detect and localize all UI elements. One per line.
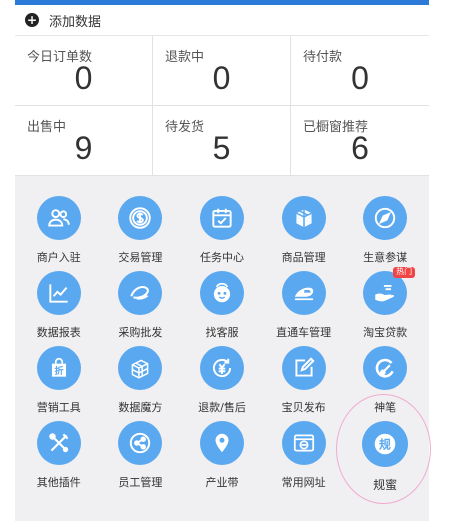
tool-label: 常用网址 — [281, 476, 326, 489]
tool-industry-belt[interactable]: 产业带 — [181, 421, 263, 496]
cube-grid-icon — [118, 346, 163, 390]
tool-label: 营销工具 — [36, 401, 81, 414]
svg-text:折: 折 — [54, 365, 64, 377]
stat-value: 0 — [74, 60, 93, 96]
tool-data-report[interactable]: 数据报表 — [18, 271, 100, 346]
refund-icon — [199, 346, 244, 390]
stat-value: 0 — [351, 60, 369, 96]
stat-value: 9 — [74, 130, 93, 166]
stat-refunding[interactable]: 退款中 0 — [153, 36, 291, 106]
stat-value: 0 — [212, 60, 231, 96]
browser-icon — [281, 421, 326, 465]
tool-product-management[interactable]: 商品管理 — [263, 196, 345, 271]
tool-staff-management[interactable]: 员工管理 — [100, 421, 182, 496]
tool-label: 淘宝贷款 — [363, 326, 408, 339]
tool-label: 退款/售后 — [198, 401, 246, 414]
tool-refund-after-sale[interactable]: 退款/售后 — [181, 346, 263, 421]
tool-label: 数据魔方 — [118, 401, 163, 414]
add-data-button[interactable]: + 添加数据 — [15, 5, 429, 36]
tool-label: 宝贝发布 — [281, 401, 326, 414]
plus-circle-icon: + — [25, 13, 39, 27]
package-icon — [281, 196, 326, 240]
train-icon — [281, 271, 326, 315]
tool-label: 生意参谋 — [363, 251, 408, 264]
customer-service-icon — [199, 271, 244, 315]
stat-pending-payment[interactable]: 待付款 0 — [291, 36, 429, 106]
tools-grid-area: 商户入驻 交易管理 任务中心 商品管理 生意参谋 数据报表 采购批发 找客服 直… — [15, 176, 429, 521]
stat-value: 5 — [212, 130, 231, 166]
tool-marketing[interactable]: 折 营销工具 — [18, 346, 100, 421]
tool-item-publish[interactable]: 宝贝发布 — [263, 346, 345, 421]
calendar-check-icon — [199, 196, 244, 240]
tool-task-center[interactable]: 任务中心 — [181, 196, 263, 271]
tool-label: 商户入驻 — [36, 251, 81, 264]
stat-on-sale[interactable]: 出售中 9 — [15, 106, 153, 176]
tool-label: 找客服 — [205, 326, 239, 339]
tool-taobao-loan[interactable]: 热门 淘宝贷款 — [344, 267, 426, 346]
tool-other-plugins[interactable]: 其他插件 — [18, 421, 100, 496]
dollar-icon — [118, 196, 163, 240]
tools-icon — [36, 421, 81, 465]
share-nodes-icon — [118, 421, 163, 465]
users-icon — [36, 196, 81, 240]
tool-label: 神笔 — [374, 401, 397, 414]
discount-bag-icon: 折 — [36, 346, 81, 390]
hot-badge: 热门 — [393, 267, 416, 278]
line-chart-icon — [36, 271, 81, 315]
hand-money-icon: 热门 — [363, 267, 416, 315]
tool-label: 采购批发 — [118, 326, 163, 339]
compass-icon — [363, 196, 408, 240]
tool-label: 员工管理 — [118, 476, 163, 489]
guimi-icon-text: 规 — [379, 437, 391, 451]
tool-trade-management[interactable]: 交易管理 — [100, 196, 182, 271]
tool-label: 任务中心 — [199, 251, 244, 264]
stat-value: 6 — [351, 130, 369, 166]
tool-customer-service[interactable]: 找客服 — [181, 271, 263, 346]
tool-through-train[interactable]: 直通车管理 — [263, 271, 345, 346]
stat-window-recommended[interactable]: 已橱窗推荐 6 — [291, 106, 429, 176]
tool-label: 数据报表 — [36, 326, 81, 339]
tool-wholesale[interactable]: 采购批发 — [100, 271, 182, 346]
tool-common-urls[interactable]: 常用网址 — [263, 421, 345, 496]
guimi-icon: 规 — [362, 421, 409, 467]
location-pin-icon — [199, 421, 244, 465]
stat-to-ship[interactable]: 待发货 5 — [153, 106, 291, 176]
tool-guimi[interactable]: 规 规蜜 — [344, 421, 426, 496]
tool-label: 直通车管理 — [276, 326, 332, 339]
stat-today-orders[interactable]: 今日订单数 0 — [15, 36, 153, 106]
tool-data-cube[interactable]: 数据魔方 — [100, 346, 182, 421]
brush-icon — [363, 346, 408, 390]
edit-icon — [281, 346, 326, 390]
tool-label: 产业带 — [205, 476, 239, 489]
alibaba-icon — [118, 271, 163, 315]
tool-label: 交易管理 — [118, 251, 163, 264]
tool-merchant-join[interactable]: 商户入驻 — [18, 196, 100, 271]
stats-panel: 今日订单数 0 退款中 0 待付款 0 出售中 9 待发货 5 已橱窗推荐 6 — [15, 36, 429, 176]
add-data-label: 添加数据 — [49, 14, 102, 30]
tool-label: 其他插件 — [36, 476, 81, 489]
tool-label: 商品管理 — [281, 251, 326, 264]
tool-label: 规蜜 — [373, 478, 398, 492]
tools-grid: 商户入驻 交易管理 任务中心 商品管理 生意参谋 数据报表 采购批发 找客服 直… — [15, 196, 429, 496]
tool-shenbi[interactable]: 神笔 — [344, 346, 426, 421]
tool-business-advisor[interactable]: 生意参谋 — [344, 196, 426, 271]
